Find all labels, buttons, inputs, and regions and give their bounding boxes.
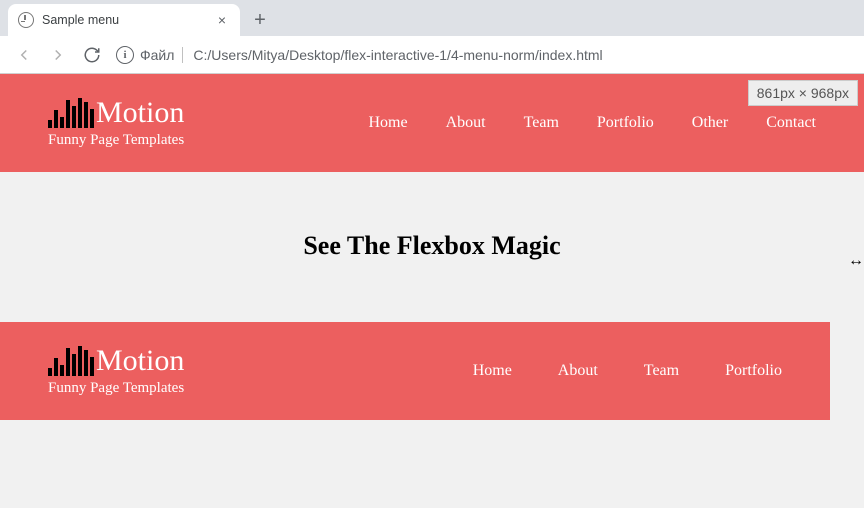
tab-strip: Sample menu × + (0, 0, 864, 36)
bottom-navbar: Motion Funny Page Templates Home About T… (0, 322, 830, 420)
brand-tagline: Funny Page Templates (48, 132, 184, 149)
brand-name: Motion (96, 98, 184, 128)
forward-button[interactable] (44, 41, 72, 69)
address-bar[interactable]: i Файл C:/Users/Mitya/Desktop/flex-inter… (112, 41, 854, 69)
logo-bars-icon (48, 346, 94, 376)
nav-link-home[interactable]: Home (473, 362, 512, 380)
nav-link-contact[interactable]: Contact (766, 114, 816, 132)
nav-link-portfolio[interactable]: Portfolio (725, 362, 782, 380)
nav-link-other[interactable]: Other (692, 114, 728, 132)
bottom-menu: Home About Team Portfolio (473, 362, 782, 380)
new-tab-button[interactable]: + (246, 6, 274, 34)
reload-button[interactable] (78, 41, 106, 69)
url-prefix: Файл (140, 47, 174, 63)
brand-bottom[interactable]: Motion Funny Page Templates (48, 346, 184, 397)
browser-toolbar: i Файл C:/Users/Mitya/Desktop/flex-inter… (0, 36, 864, 74)
logo-bars-icon (48, 98, 94, 128)
nav-link-team[interactable]: Team (644, 362, 679, 380)
tab-title: Sample menu (42, 13, 119, 27)
nav-link-about[interactable]: About (558, 362, 598, 380)
page-viewport: 861px × 968px ↔ Motion Funny Page Templa… (0, 74, 864, 508)
url-separator (182, 47, 183, 63)
close-tab-icon[interactable]: × (214, 12, 230, 28)
brand-tagline: Funny Page Templates (48, 380, 184, 397)
back-button[interactable] (10, 41, 38, 69)
info-icon[interactable]: i (116, 46, 134, 64)
nav-link-portfolio[interactable]: Portfolio (597, 114, 654, 132)
nav-link-home[interactable]: Home (368, 114, 407, 132)
top-navbar: Motion Funny Page Templates Home About T… (0, 74, 864, 172)
brand-name: Motion (96, 346, 184, 376)
hero-section: See The Flexbox Magic (0, 172, 864, 320)
brand[interactable]: Motion Funny Page Templates (48, 98, 184, 149)
resize-cursor-icon: ↔ (848, 252, 864, 270)
viewport-dimensions-overlay: 861px × 968px (748, 80, 858, 106)
top-menu: Home About Team Portfolio Other Contact (368, 114, 816, 132)
browser-tab[interactable]: Sample menu × (8, 4, 240, 36)
url-path: C:/Users/Mitya/Desktop/flex-interactive-… (193, 47, 602, 63)
nav-link-about[interactable]: About (446, 114, 486, 132)
nav-link-team[interactable]: Team (524, 114, 559, 132)
browser-chrome: Sample menu × + i Файл C:/Users/Mitya/De… (0, 0, 864, 74)
globe-icon (18, 12, 34, 28)
hero-heading: See The Flexbox Magic (303, 231, 560, 261)
